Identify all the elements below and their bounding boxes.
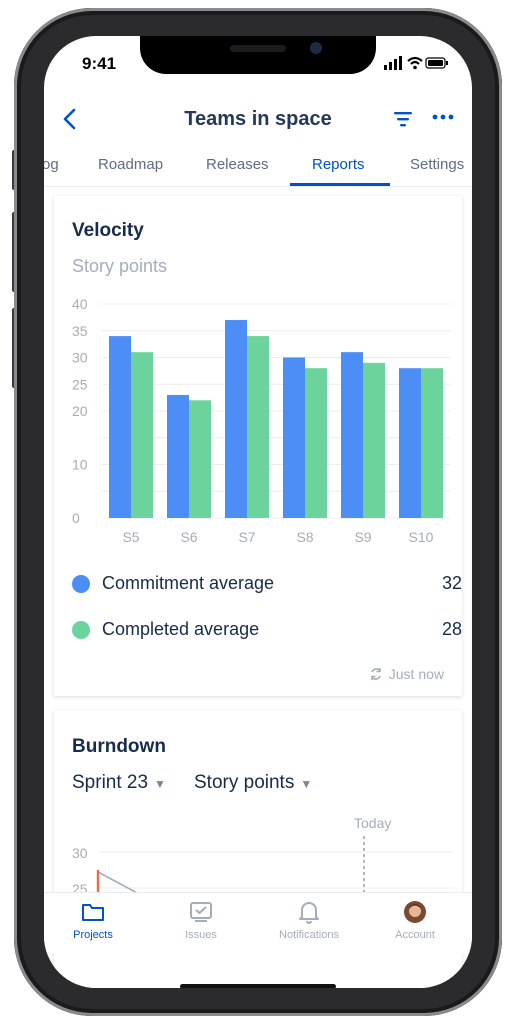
x-tick-label: S5 (122, 529, 139, 545)
velocity-title: Velocity (72, 220, 144, 241)
sprint-select-value: Sprint 23 (72, 772, 149, 793)
bar-s5-commitment (109, 336, 131, 518)
caret-down-icon: ▼ (154, 777, 166, 791)
y-tick-label: 20 (72, 403, 88, 419)
nav-account-label: Account (395, 929, 435, 941)
bar-s5-completed (131, 352, 153, 518)
y-tick-label: 25 (72, 376, 88, 392)
battery-icon (425, 57, 448, 69)
burndown-title: Burndown (72, 736, 166, 757)
tab-backlog[interactable]: og (44, 156, 59, 173)
tab-bar: og Roadmap Releases Reports Settings (44, 148, 472, 187)
signal-icon (384, 56, 402, 70)
legend-completed: Completed average 28 (72, 618, 462, 642)
sprint-select[interactable]: Sprint 23 ▼ (72, 772, 166, 794)
wifi-icon (407, 56, 423, 70)
completed-dot-icon (72, 621, 90, 639)
bar-s6-commitment (167, 394, 189, 518)
legend-completed-value: 28 (441, 619, 462, 639)
bar-s7-completed (247, 336, 269, 518)
bar-s10-commitment (399, 368, 421, 518)
bar-s6-completed (189, 400, 211, 518)
unit-select[interactable]: Story points ▼ (194, 772, 312, 794)
refresh-text: Just now (388, 666, 444, 682)
unit-select-value: Story points (194, 772, 295, 793)
tab-reports[interactable]: Reports (312, 156, 365, 173)
tab-active-indicator (290, 183, 390, 186)
y-tick-label: 30 (72, 350, 88, 366)
bar-s8-completed (305, 368, 327, 518)
tab-settings[interactable]: Settings (410, 156, 464, 173)
velocity-chart: 0 10 20 25 30 35 40 S5 S6 S7 S8 S9 S10 (72, 296, 450, 545)
filter-button[interactable] (392, 108, 414, 130)
legend-commitment: Commitment average 32 (72, 572, 462, 596)
bell-icon (299, 902, 319, 924)
y-tick-label: 10 (72, 457, 88, 473)
status-icons (384, 56, 448, 70)
legend-completed-label: Completed average (102, 619, 260, 639)
status-time: 9:41 (82, 54, 117, 73)
y-tick-label: 35 (72, 323, 88, 339)
tab-roadmap[interactable]: Roadmap (98, 156, 163, 173)
bar-s9-completed (363, 362, 385, 518)
y-tick-label: 40 (72, 296, 88, 312)
speaker (230, 45, 286, 52)
y-tick-label: 0 (72, 510, 80, 526)
today-label: Today (354, 815, 391, 831)
caret-down-icon: ▼ (300, 777, 313, 791)
nav-issues[interactable]: Issues (156, 899, 246, 941)
x-tick-label: S9 (354, 529, 371, 545)
bottom-nav: Projects Issues Notifications Account (44, 892, 472, 953)
notch (140, 36, 376, 74)
legend-commitment-value: 32 (441, 573, 462, 593)
nav-account[interactable]: Account (370, 899, 460, 941)
nav-notifications-label: Notifications (279, 929, 339, 941)
screen: 9:41 Teams in space og Roadmap Releases … (44, 36, 472, 988)
bar-s7-commitment (225, 320, 247, 518)
refresh-status[interactable]: Just now (369, 666, 444, 682)
x-tick-label: S8 (296, 529, 313, 545)
velocity-subtitle: Story points (72, 256, 168, 276)
refresh-icon (370, 668, 381, 680)
more-button[interactable] (430, 106, 456, 128)
more-icon (432, 114, 454, 120)
nav-projects[interactable]: Projects (48, 899, 138, 941)
folder-icon (82, 904, 104, 921)
camera (310, 42, 322, 54)
bar-s8-commitment (283, 357, 305, 518)
velocity-card: Velocity Story points 0 10 20 25 30 35 40 S5 S6 S… (54, 196, 462, 696)
x-tick-label: S6 (180, 529, 197, 545)
bar-s10-completed (421, 368, 443, 518)
phone-frame: 9:41 Teams in space og Roadmap Releases … (14, 8, 502, 1016)
nav-projects-label: Projects (73, 929, 113, 941)
commitment-dot-icon (72, 575, 90, 593)
nav-issues-label: Issues (185, 929, 217, 941)
x-tick-label: S7 (238, 529, 255, 545)
tab-releases[interactable]: Releases (206, 156, 269, 173)
home-indicator (180, 984, 336, 988)
issues-icon (190, 902, 212, 922)
app-header: Teams in space (44, 98, 472, 142)
legend-commitment-label: Commitment average (102, 573, 275, 593)
nav-notifications[interactable]: Notifications (264, 899, 354, 941)
avatar-icon (404, 901, 426, 923)
bar-s9-commitment (341, 352, 363, 518)
x-tick-label: S10 (409, 529, 434, 545)
y-tick-30: 30 (72, 845, 88, 861)
filter-icon (394, 112, 412, 127)
